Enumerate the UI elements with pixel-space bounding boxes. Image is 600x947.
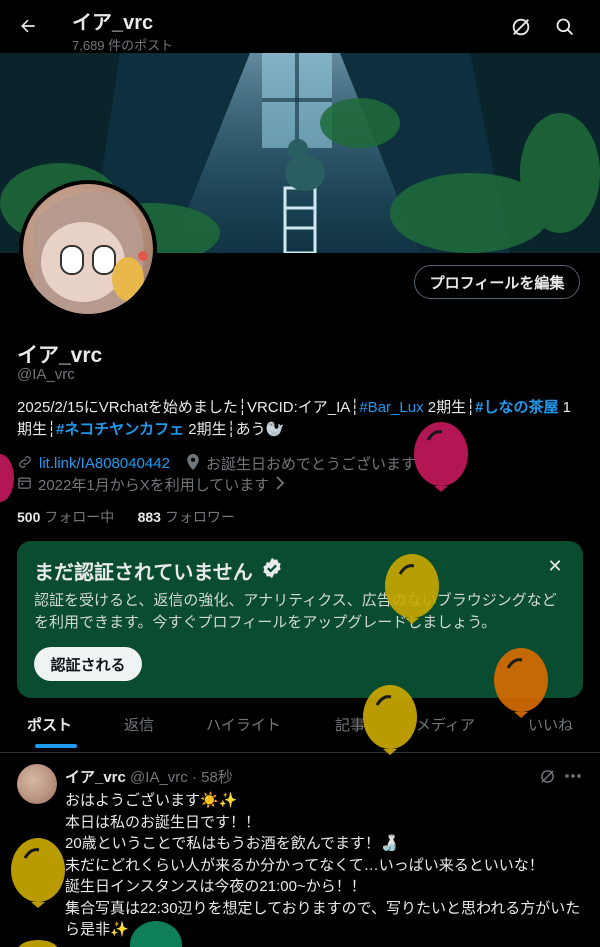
balloon-icon [0, 454, 14, 502]
tab-articles[interactable]: 記事 [335, 714, 365, 735]
balloon-icon [11, 838, 65, 908]
more-icon[interactable] [563, 766, 583, 786]
followers-link[interactable]: 883 フォロワー [138, 509, 235, 525]
hashtag-link[interactable]: #しなの茶屋 [475, 399, 558, 416]
calendar-icon [17, 475, 32, 494]
verification-card-title: まだ認証されていません [34, 556, 283, 585]
close-icon[interactable]: ✕ [545, 556, 565, 576]
balloon-icon [18, 940, 58, 947]
bio-text: 2期生┆ [423, 399, 476, 416]
post-avatar[interactable] [17, 764, 57, 804]
tab-highlights[interactable]: ハイライト [206, 714, 281, 735]
hashtag-link[interactable]: #Bar_Lux [359, 399, 423, 416]
profile-joined-row: 2022年1月からXを利用しています [17, 474, 285, 495]
get-verified-button[interactable]: 認証される [34, 647, 142, 681]
header-name: イア_vrc [72, 12, 154, 34]
profile-name: イア_vrc [17, 344, 103, 367]
verification-card-body: 認証を受けると、返信の強化、アナリティクス、広告のないブラウジングなどを利用でき… [34, 592, 557, 631]
location-icon [186, 453, 200, 474]
edit-profile-button[interactable]: プロフィールを編集 [414, 265, 580, 299]
profile-joined[interactable]: 2022年1月からXを利用しています [38, 474, 269, 495]
grok-icon[interactable] [537, 766, 557, 786]
post-meta: @IA_vrc · 58秒 [130, 769, 233, 786]
search-icon[interactable] [552, 14, 578, 40]
hashtag-link[interactable]: #ネコチヤンカフェ [56, 421, 184, 438]
following-link[interactable]: 500 フォロー中 [17, 509, 114, 525]
profile-handle: @IA_vrc [17, 366, 75, 383]
profile-avatar[interactable] [23, 184, 153, 314]
post-header: イア_vrc @IA_vrc · 58秒 [65, 766, 233, 787]
profile-tabs [0, 700, 600, 753]
active-tab-indicator [35, 744, 77, 748]
chevron-right-icon [275, 475, 285, 494]
link-icon [17, 454, 33, 474]
bio-text: 2期生┆あう🦭 [184, 421, 285, 438]
verified-badge-icon [261, 557, 283, 585]
profile-bio: 2025/2/15にVRchatを始めました┆VRCID:イア_IA┆#Bar_… [17, 397, 582, 441]
back-arrow-icon[interactable] [14, 12, 42, 40]
tab-media[interactable]: メディア [416, 714, 475, 735]
profile-meta-row: lit.link/IA808040442 お誕生日おめでとうございます [17, 453, 416, 474]
follow-stats: 500 フォロー中 883 フォロワー [17, 507, 235, 527]
header-post-count: 7,689 件のポスト [72, 38, 174, 53]
tab-posts[interactable]: ポスト [27, 714, 72, 735]
profile-location: お誕生日おめでとうございます [205, 456, 416, 473]
post-text: おはようございます☀️✨ 本日は私のお誕生日です！！ 20歳ということで私はもう… [65, 792, 581, 938]
grok-icon[interactable] [508, 14, 534, 40]
tab-likes[interactable]: いいね [528, 714, 573, 735]
post-author-name[interactable]: イア_vrc [65, 769, 126, 786]
tab-replies[interactable]: 返信 [124, 714, 154, 735]
bio-text: 2025/2/15にVRchatを始めました┆VRCID:イア_IA┆ [17, 399, 360, 416]
profile-link[interactable]: lit.link/IA808040442 [39, 455, 170, 472]
